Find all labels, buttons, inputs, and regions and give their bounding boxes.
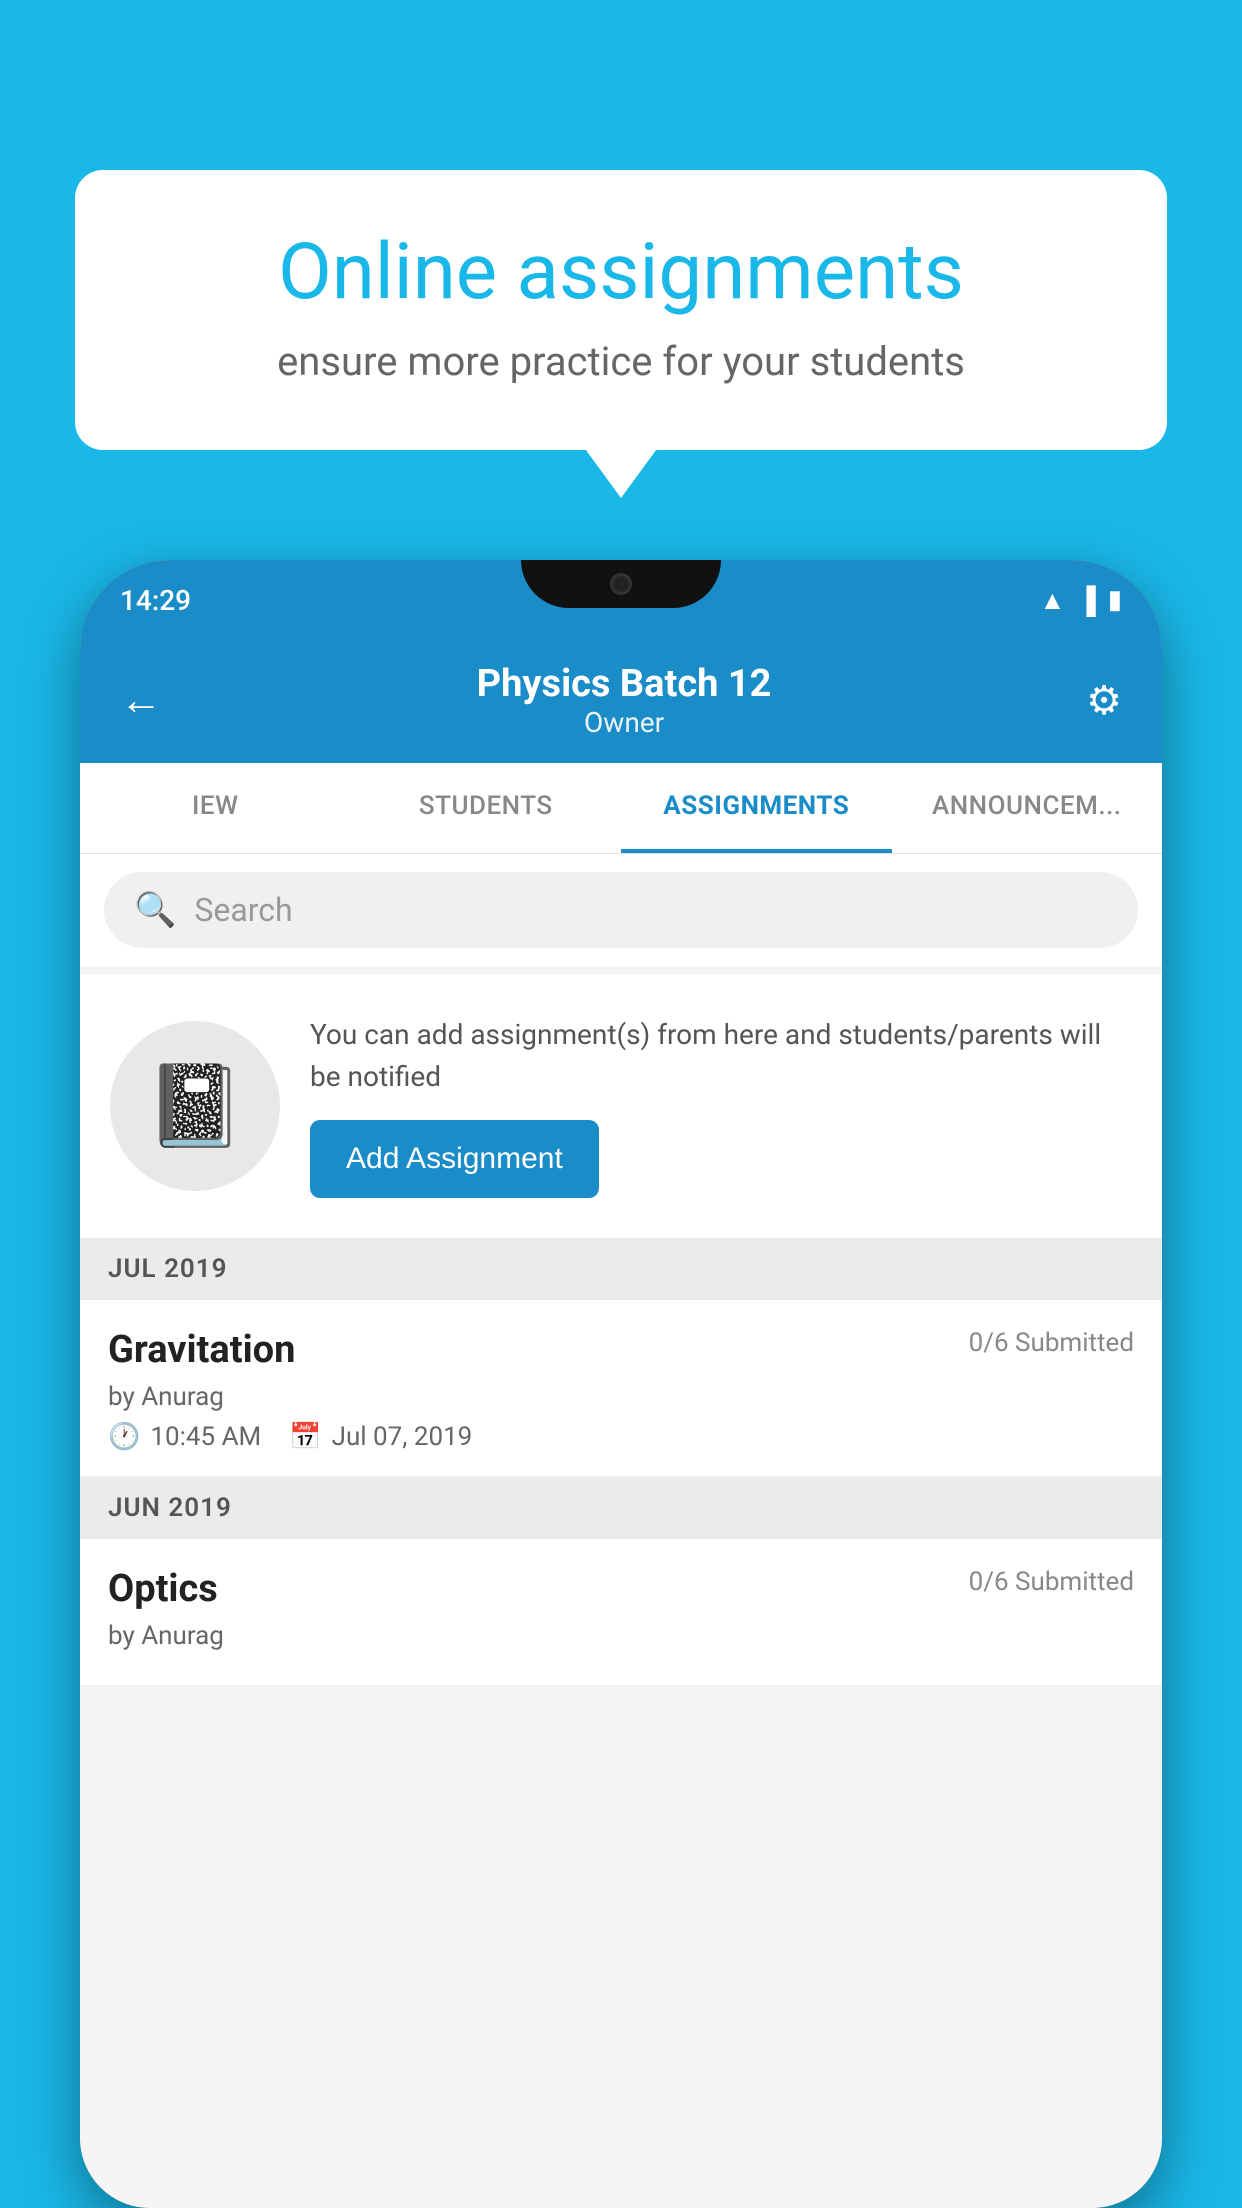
tab-students[interactable]: STUDENTS xyxy=(351,763,622,853)
tab-iew[interactable]: IEW xyxy=(80,763,351,853)
speech-bubble-container: Online assignments ensure more practice … xyxy=(75,170,1167,450)
header-title: Physics Batch 12 xyxy=(477,662,772,706)
meta-date-gravitation: 📅 Jul 07, 2019 xyxy=(289,1422,472,1452)
assignment-title-gravitation: Gravitation xyxy=(108,1328,295,1372)
add-assignment-button[interactable]: Add Assignment xyxy=(310,1120,599,1198)
assignment-time-gravitation: 10:45 AM xyxy=(150,1422,261,1452)
tab-assignments[interactable]: ASSIGNMENTS xyxy=(621,763,892,853)
battery-icon: ▮ xyxy=(1108,585,1122,615)
bubble-title: Online assignments xyxy=(145,230,1097,316)
tab-announcements[interactable]: ANNOUNCEM... xyxy=(892,763,1163,853)
status-time: 14:29 xyxy=(120,584,191,617)
notch xyxy=(521,560,721,608)
notebook-icon: 📓 xyxy=(145,1059,245,1153)
assignment-meta-gravitation: 🕐 10:45 AM 📅 Jul 07, 2019 xyxy=(108,1422,1134,1452)
assignment-top: Gravitation 0/6 Submitted xyxy=(108,1328,1134,1372)
search-placeholder: Search xyxy=(194,891,292,929)
promo-icon-circle: 📓 xyxy=(110,1021,280,1191)
search-bar[interactable]: 🔍 Search xyxy=(104,872,1138,948)
promo-right: You can add assignment(s) from here and … xyxy=(310,1014,1132,1198)
assignment-item-optics[interactable]: Optics 0/6 Submitted by Anurag xyxy=(80,1539,1162,1686)
search-container: 🔍 Search xyxy=(80,854,1162,966)
promo-section: 📓 You can add assignment(s) from here an… xyxy=(80,974,1162,1238)
tabs-container: IEW STUDENTS ASSIGNMENTS ANNOUNCEM... xyxy=(80,763,1162,854)
search-icon: 🔍 xyxy=(134,890,176,930)
assignment-submitted-gravitation: 0/6 Submitted xyxy=(969,1328,1134,1358)
status-icons: ▲ ▐ ▮ xyxy=(1040,585,1122,616)
bubble-subtitle: ensure more practice for your students xyxy=(145,338,1097,385)
assignment-item-gravitation[interactable]: Gravitation 0/6 Submitted by Anurag 🕐 10… xyxy=(80,1300,1162,1477)
promo-description: You can add assignment(s) from here and … xyxy=(310,1014,1132,1098)
back-button[interactable]: ← xyxy=(120,676,162,725)
assignment-by-optics: by Anurag xyxy=(108,1621,1134,1651)
assignment-top-optics: Optics 0/6 Submitted xyxy=(108,1567,1134,1611)
phone-content: 🔍 Search 📓 You can add assignment(s) fro… xyxy=(80,854,1162,2208)
phone-frame: 14:29 ▲ ▐ ▮ ← Physics Batch 12 Owner ⚙ I… xyxy=(80,560,1162,2208)
assignment-date-gravitation: Jul 07, 2019 xyxy=(332,1422,473,1452)
section-header-jun: JUN 2019 xyxy=(80,1477,1162,1539)
header-center: Physics Batch 12 Owner xyxy=(477,662,772,739)
calendar-icon: 📅 xyxy=(289,1422,321,1452)
assignment-submitted-optics: 0/6 Submitted xyxy=(969,1567,1134,1597)
clock-icon: 🕐 xyxy=(108,1422,140,1452)
meta-time-gravitation: 🕐 10:45 AM xyxy=(108,1422,261,1452)
wifi-icon: ▲ xyxy=(1040,585,1066,616)
signal-icon: ▐ xyxy=(1077,585,1095,616)
gear-icon[interactable]: ⚙ xyxy=(1086,677,1122,724)
section-header-jul: JUL 2019 xyxy=(80,1238,1162,1300)
assignment-by-gravitation: by Anurag xyxy=(108,1382,1134,1412)
status-bar: 14:29 ▲ ▐ ▮ xyxy=(80,560,1162,640)
phone-inner: 14:29 ▲ ▐ ▮ ← Physics Batch 12 Owner ⚙ I… xyxy=(80,560,1162,2208)
header-subtitle: Owner xyxy=(477,706,772,739)
speech-bubble: Online assignments ensure more practice … xyxy=(75,170,1167,450)
assignment-title-optics: Optics xyxy=(108,1567,218,1611)
app-header: ← Physics Batch 12 Owner ⚙ xyxy=(80,640,1162,763)
camera-dot xyxy=(610,573,632,595)
